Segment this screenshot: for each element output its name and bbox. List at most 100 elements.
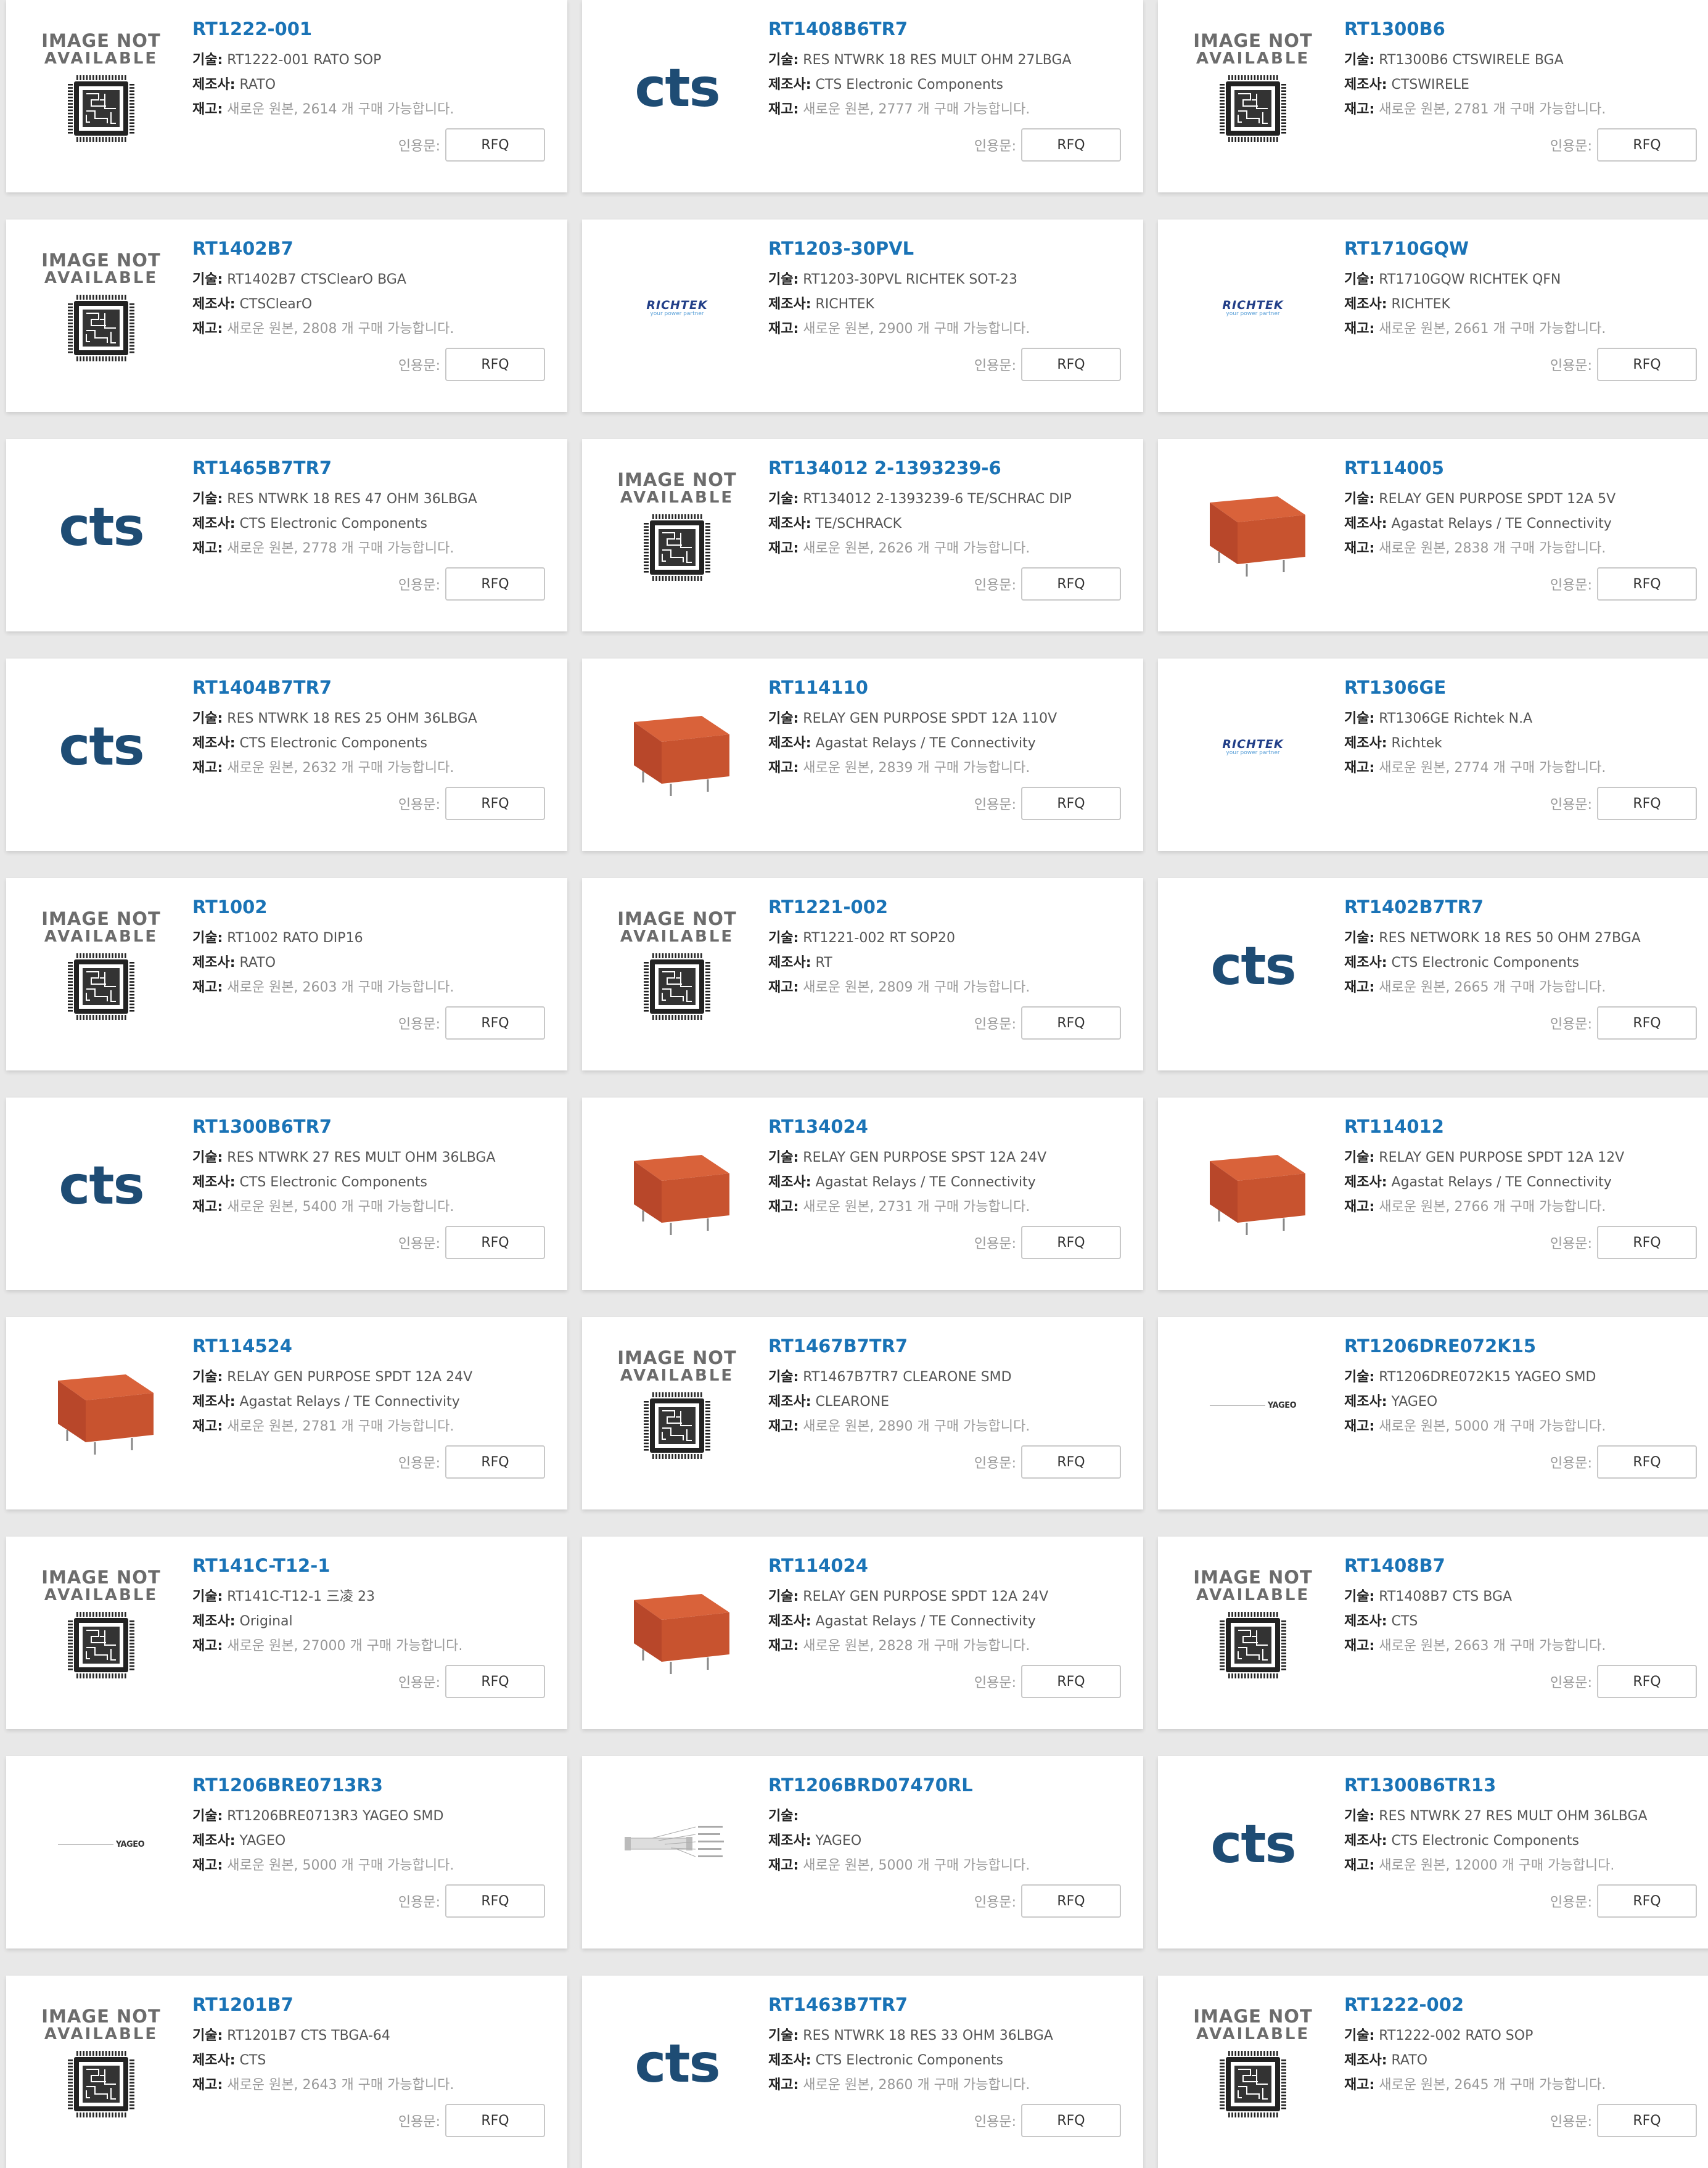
part-number-link[interactable]: RT1222-002 — [1344, 1994, 1697, 2015]
rfq-button[interactable]: RFQ — [1021, 1226, 1121, 1259]
product-info: RT1300B6TR7 기술: RES NTWRK 27 RES MULT OHM… — [192, 1116, 545, 1220]
product-image[interactable]: cts — [1176, 1773, 1329, 1915]
rfq-button[interactable]: RFQ — [1597, 1226, 1697, 1259]
product-image[interactable]: IMAGE NOT AVAILABLE — [25, 895, 178, 1037]
rfq-button[interactable]: RFQ — [445, 1006, 545, 1040]
product-image[interactable] — [601, 1115, 753, 1257]
rfq-button[interactable]: RFQ — [1597, 348, 1697, 381]
product-image[interactable]: cts — [1176, 895, 1329, 1037]
rfq-button[interactable]: RFQ — [1021, 1884, 1121, 1918]
rfq-button[interactable]: RFQ — [1021, 128, 1121, 162]
product-image[interactable]: IMAGE NOT AVAILABLE — [25, 237, 178, 379]
rfq-button[interactable]: RFQ — [1021, 567, 1121, 601]
product-image[interactable]: RICHTEK your power partner — [1176, 676, 1329, 818]
product-image[interactable]: IMAGE NOT AVAILABLE — [601, 1334, 753, 1476]
manufacturer-value: CTS Electronic Components — [1391, 1833, 1579, 1849]
rfq-button[interactable]: RFQ — [445, 2104, 545, 2137]
product-image[interactable] — [601, 676, 753, 818]
part-number-link[interactable]: RT1300B6TR13 — [1344, 1775, 1697, 1796]
description-value: RT1222-001 RATO SOP — [227, 52, 382, 68]
richtek-logo-text: RICHTEK — [1222, 298, 1284, 312]
product-image[interactable]: IMAGE NOT AVAILABLE — [25, 17, 178, 159]
description-value: RT141C-T12-1 三凌 23 — [227, 1589, 376, 1604]
part-number-link[interactable]: RT114524 — [192, 1336, 545, 1357]
part-number-link[interactable]: RT1300B6 — [1344, 18, 1697, 39]
product-image[interactable] — [601, 1773, 753, 1915]
rfq-button[interactable]: RFQ — [1021, 2104, 1121, 2137]
stock-label: 재고: — [768, 760, 799, 776]
part-number-link[interactable]: RT134024 — [768, 1116, 1121, 1137]
product-image[interactable]: IMAGE NOT AVAILABLE — [1176, 1554, 1329, 1696]
part-number-link[interactable]: RT1206BRE0713R3 — [192, 1775, 545, 1796]
product-image[interactable]: cts — [601, 1993, 753, 2135]
rfq-button[interactable]: RFQ — [445, 1445, 545, 1479]
rfq-button[interactable]: RFQ — [445, 1665, 545, 1698]
part-number-link[interactable]: RT114024 — [768, 1555, 1121, 1576]
rfq-button[interactable]: RFQ — [445, 787, 545, 820]
part-number-link[interactable]: RT1201B7 — [192, 1994, 545, 2015]
part-number-link[interactable]: RT1404B7TR7 — [192, 677, 545, 698]
stock-row: 재고: 새로운 원본, 2774 개 구매 가능합니다. — [1344, 756, 1697, 781]
rfq-button[interactable]: RFQ — [1597, 1006, 1697, 1040]
product-image[interactable]: cts — [25, 1115, 178, 1257]
part-number-link[interactable]: RT1002 — [192, 897, 545, 918]
rfq-button[interactable]: RFQ — [1021, 1006, 1121, 1040]
part-number-link[interactable]: RT141C-T12-1 — [192, 1555, 545, 1576]
rfq-button[interactable]: RFQ — [1021, 1445, 1121, 1479]
product-image[interactable]: RICHTEK your power partner — [1176, 237, 1329, 379]
part-number-link[interactable]: RT1221-002 — [768, 897, 1121, 918]
product-image[interactable]: cts — [25, 676, 178, 818]
part-number-link[interactable]: RT1408B7 — [1344, 1555, 1697, 1576]
part-number-link[interactable]: RT1710GQW — [1344, 238, 1697, 259]
manufacturer-value: RICHTEK — [815, 297, 874, 312]
rfq-button[interactable]: RFQ — [445, 348, 545, 381]
product-image[interactable]: RICHTEK your power partner — [601, 237, 753, 379]
product-image[interactable] — [601, 1554, 753, 1696]
product-image[interactable]: IMAGE NOT AVAILABLE — [1176, 17, 1329, 159]
part-number-link[interactable]: RT114110 — [768, 677, 1121, 698]
part-number-link[interactable]: RT1402B7 — [192, 238, 545, 259]
rfq-button[interactable]: RFQ — [1597, 567, 1697, 601]
product-image[interactable] — [25, 1334, 178, 1476]
rfq-button[interactable]: RFQ — [1597, 1445, 1697, 1479]
part-number-link[interactable]: RT1465B7TR7 — [192, 458, 545, 478]
part-number-link[interactable]: RT114012 — [1344, 1116, 1697, 1137]
rfq-button[interactable]: RFQ — [1597, 787, 1697, 820]
product-image[interactable] — [1176, 1115, 1329, 1257]
rfq-button[interactable]: RFQ — [1021, 1665, 1121, 1698]
part-number-link[interactable]: RT1306GE — [1344, 677, 1697, 698]
rfq-button[interactable]: RFQ — [1597, 128, 1697, 162]
product-image[interactable]: IMAGE NOT AVAILABLE — [601, 895, 753, 1037]
rfq-button[interactable]: RFQ — [445, 567, 545, 601]
product-image[interactable]: cts — [25, 456, 178, 598]
rfq-button[interactable]: RFQ — [1021, 348, 1121, 381]
product-image[interactable]: cts — [601, 17, 753, 159]
part-number-link[interactable]: RT1463B7TR7 — [768, 1994, 1121, 2015]
part-number-link[interactable]: RT1402B7TR7 — [1344, 897, 1697, 918]
product-image[interactable]: IMAGE NOT AVAILABLE — [1176, 1993, 1329, 2135]
part-number-link[interactable]: RT134012 2-1393239-6 — [768, 458, 1121, 478]
rfq-button[interactable]: RFQ — [1597, 1665, 1697, 1698]
rfq-button[interactable]: RFQ — [1597, 1884, 1697, 1918]
part-number-link[interactable]: RT1300B6TR7 — [192, 1116, 545, 1137]
part-number-link[interactable]: RT114005 — [1344, 458, 1697, 478]
rfq-button[interactable]: RFQ — [1021, 787, 1121, 820]
part-number-link[interactable]: RT1203-30PVL — [768, 238, 1121, 259]
product-image[interactable]: YAGEO — [25, 1773, 178, 1915]
rfq-button[interactable]: RFQ — [1597, 2104, 1697, 2137]
part-number-link[interactable]: RT1206BRD07470RL — [768, 1775, 1121, 1796]
product-image[interactable]: IMAGE NOT AVAILABLE — [601, 456, 753, 598]
rfq-button[interactable]: RFQ — [445, 1226, 545, 1259]
manufacturer-label: 제조사: — [768, 736, 811, 751]
product-image[interactable]: IMAGE NOT AVAILABLE — [25, 1993, 178, 2135]
part-number-link[interactable]: RT1206DRE072K15 — [1344, 1336, 1697, 1357]
rfq-button[interactable]: RFQ — [445, 1884, 545, 1918]
product-image[interactable]: IMAGE NOT AVAILABLE — [25, 1554, 178, 1696]
part-number-link[interactable]: RT1467B7TR7 — [768, 1336, 1121, 1357]
description-value: RT134012 2-1393239-6 TE/SCHRAC DIP — [803, 491, 1072, 507]
product-image[interactable]: YAGEO — [1176, 1334, 1329, 1476]
rfq-button[interactable]: RFQ — [445, 128, 545, 162]
product-image[interactable] — [1176, 456, 1329, 598]
part-number-link[interactable]: RT1408B6TR7 — [768, 18, 1121, 39]
part-number-link[interactable]: RT1222-001 — [192, 18, 545, 39]
